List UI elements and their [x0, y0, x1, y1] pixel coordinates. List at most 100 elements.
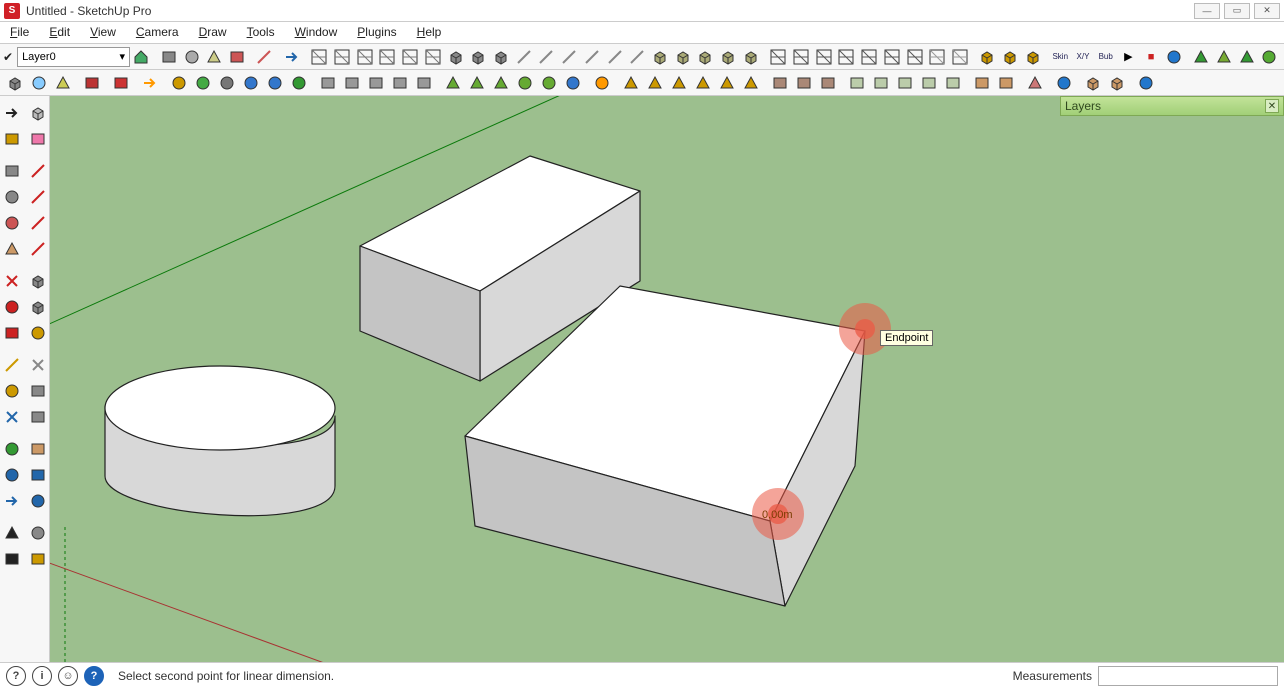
- sphere-b[interactable]: [1135, 72, 1157, 94]
- hatch-d[interactable]: [836, 46, 857, 68]
- angle-2[interactable]: [644, 72, 666, 94]
- pie-tool[interactable]: [1, 238, 23, 260]
- hatch3[interactable]: [354, 46, 375, 68]
- doc-2[interactable]: [870, 72, 892, 94]
- zoom-window[interactable]: [27, 464, 49, 486]
- close-button[interactable]: ✕: [1254, 3, 1280, 19]
- help-button[interactable]: ?: [84, 666, 104, 686]
- box-ship[interactable]: [1082, 72, 1104, 94]
- trim[interactable]: [491, 46, 512, 68]
- minimize-button[interactable]: —: [1194, 3, 1220, 19]
- doc-5[interactable]: [942, 72, 964, 94]
- plant-3[interactable]: [490, 72, 512, 94]
- mark-m[interactable]: [168, 72, 190, 94]
- bbox2[interactable]: [1000, 46, 1021, 68]
- pushpull-tool[interactable]: [27, 270, 49, 292]
- profile-button[interactable]: ☺: [58, 666, 78, 686]
- followme-tool[interactable]: [27, 296, 49, 318]
- plant-2[interactable]: [466, 72, 488, 94]
- rectangle-tool[interactable]: [1, 160, 23, 182]
- select-tool[interactable]: [1, 102, 23, 124]
- contour6[interactable]: [627, 46, 648, 68]
- polygon-tool[interactable]: [1, 212, 23, 234]
- circle-tool[interactable]: [1, 186, 23, 208]
- grid1[interactable]: [927, 46, 948, 68]
- layer-manager-button[interactable]: [131, 46, 152, 68]
- hatch-g[interactable]: [904, 46, 925, 68]
- contour4[interactable]: [581, 46, 602, 68]
- grid2[interactable]: [950, 46, 971, 68]
- proj-2[interactable]: [341, 72, 363, 94]
- solid-union[interactable]: [650, 46, 671, 68]
- hatch-f[interactable]: [881, 46, 902, 68]
- mark-a[interactable]: [192, 72, 214, 94]
- play-animation[interactable]: ▶: [1118, 46, 1139, 68]
- sphere[interactable]: [181, 46, 202, 68]
- proj-5[interactable]: [413, 72, 435, 94]
- hatch-b[interactable]: [791, 46, 812, 68]
- credits-button[interactable]: i: [32, 666, 52, 686]
- hatch6[interactable]: [422, 46, 443, 68]
- grass1[interactable]: [1214, 46, 1235, 68]
- angle-5[interactable]: [716, 72, 738, 94]
- make-component[interactable]: [27, 102, 49, 124]
- contour3[interactable]: [559, 46, 580, 68]
- sun-1[interactable]: [591, 72, 613, 94]
- menu-file[interactable]: File: [0, 22, 39, 43]
- dimension-tool[interactable]: [27, 354, 49, 376]
- menu-view[interactable]: View: [80, 22, 126, 43]
- bbox1[interactable]: [977, 46, 998, 68]
- doc-4[interactable]: [918, 72, 940, 94]
- look-around[interactable]: [27, 522, 49, 544]
- page-1[interactable]: [971, 72, 993, 94]
- component-fav[interactable]: [52, 72, 74, 94]
- tex-3[interactable]: [817, 72, 839, 94]
- style-toggle-2[interactable]: Bub: [1095, 46, 1116, 68]
- solid-sub[interactable]: [672, 46, 693, 68]
- hatch1[interactable]: [309, 46, 330, 68]
- arc-rev[interactable]: [139, 72, 161, 94]
- globe[interactable]: [1053, 72, 1075, 94]
- line-tool[interactable]: [27, 160, 49, 182]
- proj-1[interactable]: [317, 72, 339, 94]
- component-edit[interactable]: [28, 72, 50, 94]
- bbox3[interactable]: [1022, 46, 1043, 68]
- plant-info[interactable]: [562, 72, 584, 94]
- hatch-e[interactable]: [859, 46, 880, 68]
- hatch-a[interactable]: [768, 46, 789, 68]
- angle-4[interactable]: [692, 72, 714, 94]
- move-tool[interactable]: [1, 270, 23, 292]
- layers-panel-close-icon[interactable]: ✕: [1265, 99, 1279, 113]
- mark-bb[interactable]: [264, 72, 286, 94]
- section[interactable]: [227, 46, 248, 68]
- angle-6[interactable]: [740, 72, 762, 94]
- person[interactable]: [1024, 72, 1046, 94]
- sandbox-contours[interactable]: [254, 46, 275, 68]
- layer-combo[interactable]: Layer0▾: [17, 47, 130, 67]
- style-toggle-0[interactable]: Skin: [1050, 46, 1071, 68]
- style-toggle-1[interactable]: X/Y: [1073, 46, 1094, 68]
- measurements-input[interactable]: [1098, 666, 1278, 686]
- geolocation-button[interactable]: ?: [6, 666, 26, 686]
- text-tool[interactable]: [110, 72, 132, 94]
- proj-3[interactable]: [365, 72, 387, 94]
- hatch5[interactable]: [400, 46, 421, 68]
- menu-window[interactable]: Window: [285, 22, 348, 43]
- undo-arc[interactable]: [281, 46, 302, 68]
- tree1[interactable]: [1191, 46, 1212, 68]
- rotate-tool[interactable]: [1, 296, 23, 318]
- intersect[interactable]: [468, 46, 489, 68]
- text-label-tool[interactable]: [27, 380, 49, 402]
- star[interactable]: [204, 46, 225, 68]
- menu-draw[interactable]: Draw: [189, 22, 237, 43]
- plant-5[interactable]: [538, 72, 560, 94]
- tape-measure[interactable]: [1, 354, 23, 376]
- mark-r[interactable]: [216, 72, 238, 94]
- tex-1[interactable]: [769, 72, 791, 94]
- angle-1[interactable]: [620, 72, 642, 94]
- tex-2[interactable]: [793, 72, 815, 94]
- eraser-tool[interactable]: [27, 128, 49, 150]
- menu-plugins[interactable]: Plugins: [347, 22, 406, 43]
- freehand-tool[interactable]: [27, 186, 49, 208]
- plant-4[interactable]: [514, 72, 536, 94]
